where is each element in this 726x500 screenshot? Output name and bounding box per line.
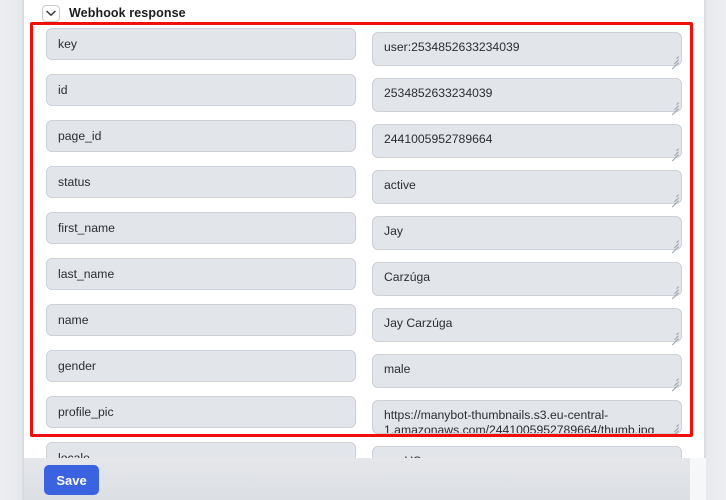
field-value-cell	[372, 262, 682, 300]
webhook-field-row	[24, 22, 704, 70]
webhook-response-screen: Webhook response Save	[0, 0, 726, 500]
page-right-gutter	[706, 0, 726, 500]
webhook-response-panel: Webhook response	[24, 0, 704, 500]
field-value-textarea[interactable]	[372, 308, 682, 342]
webhook-field-row	[24, 298, 704, 346]
field-value-textarea[interactable]	[372, 32, 682, 66]
webhook-field-row	[24, 68, 704, 116]
save-button[interactable]: Save	[44, 465, 99, 495]
page-left-gutter	[0, 0, 22, 500]
field-key-input[interactable]	[46, 212, 356, 244]
field-key-input[interactable]	[46, 166, 356, 198]
field-key-input[interactable]	[46, 304, 356, 336]
field-value-cell	[372, 354, 682, 392]
field-value-cell	[372, 308, 682, 346]
form-footer-bar: Save	[24, 458, 690, 500]
field-value-textarea[interactable]	[372, 78, 682, 112]
field-key-input[interactable]	[46, 120, 356, 152]
field-value-textarea[interactable]	[372, 170, 682, 204]
field-value-cell	[372, 170, 682, 208]
field-value-textarea[interactable]	[372, 216, 682, 250]
field-value-cell	[372, 216, 682, 254]
field-key-input[interactable]	[46, 74, 356, 106]
field-value-cell	[372, 400, 682, 438]
webhook-field-list	[24, 22, 704, 462]
field-key-input[interactable]	[46, 350, 356, 382]
webhook-field-row	[24, 344, 704, 392]
webhook-field-row	[24, 206, 704, 254]
webhook-field-row	[24, 160, 704, 208]
field-value-textarea[interactable]	[372, 354, 682, 388]
field-key-input[interactable]	[46, 28, 356, 60]
webhook-response-header[interactable]: Webhook response	[42, 2, 186, 24]
webhook-field-row	[24, 114, 704, 162]
field-value-cell	[372, 32, 682, 70]
field-key-input[interactable]	[46, 258, 356, 290]
field-key-input[interactable]	[46, 396, 356, 428]
field-value-cell	[372, 124, 682, 162]
footer-right-mask	[690, 458, 706, 500]
webhook-field-row	[24, 390, 704, 438]
field-value-textarea[interactable]	[372, 124, 682, 158]
chevron-down-icon[interactable]	[42, 4, 60, 22]
field-value-textarea[interactable]	[372, 400, 682, 434]
field-value-textarea[interactable]	[372, 262, 682, 296]
field-value-cell	[372, 78, 682, 116]
webhook-field-row	[24, 252, 704, 300]
section-title: Webhook response	[69, 6, 186, 20]
